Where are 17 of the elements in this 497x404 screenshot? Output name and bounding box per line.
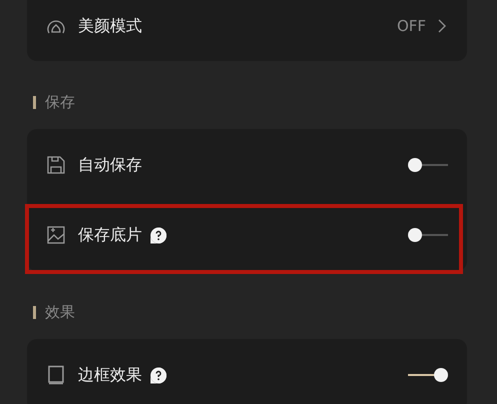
help-icon[interactable] xyxy=(150,226,167,244)
image-icon xyxy=(46,225,66,245)
setting-label: 边框效果 xyxy=(78,364,142,386)
setting-label: 美颜模式 xyxy=(78,15,142,37)
toggle-switch[interactable] xyxy=(408,158,448,172)
setting-label: 保存底片 xyxy=(78,224,142,246)
toggle-switch[interactable] xyxy=(408,228,448,242)
setting-label: 自动保存 xyxy=(78,154,142,176)
setting-value: OFF xyxy=(396,16,426,37)
help-icon[interactable] xyxy=(150,366,167,384)
section-header: 效果 xyxy=(45,302,75,323)
chevron-right-icon[interactable] xyxy=(438,19,446,33)
section-header: 保存 xyxy=(45,92,75,113)
toggle-switch[interactable] xyxy=(408,368,448,382)
section-bar-icon xyxy=(33,306,36,318)
frame-icon xyxy=(46,365,66,385)
section-bar-icon xyxy=(33,96,36,108)
